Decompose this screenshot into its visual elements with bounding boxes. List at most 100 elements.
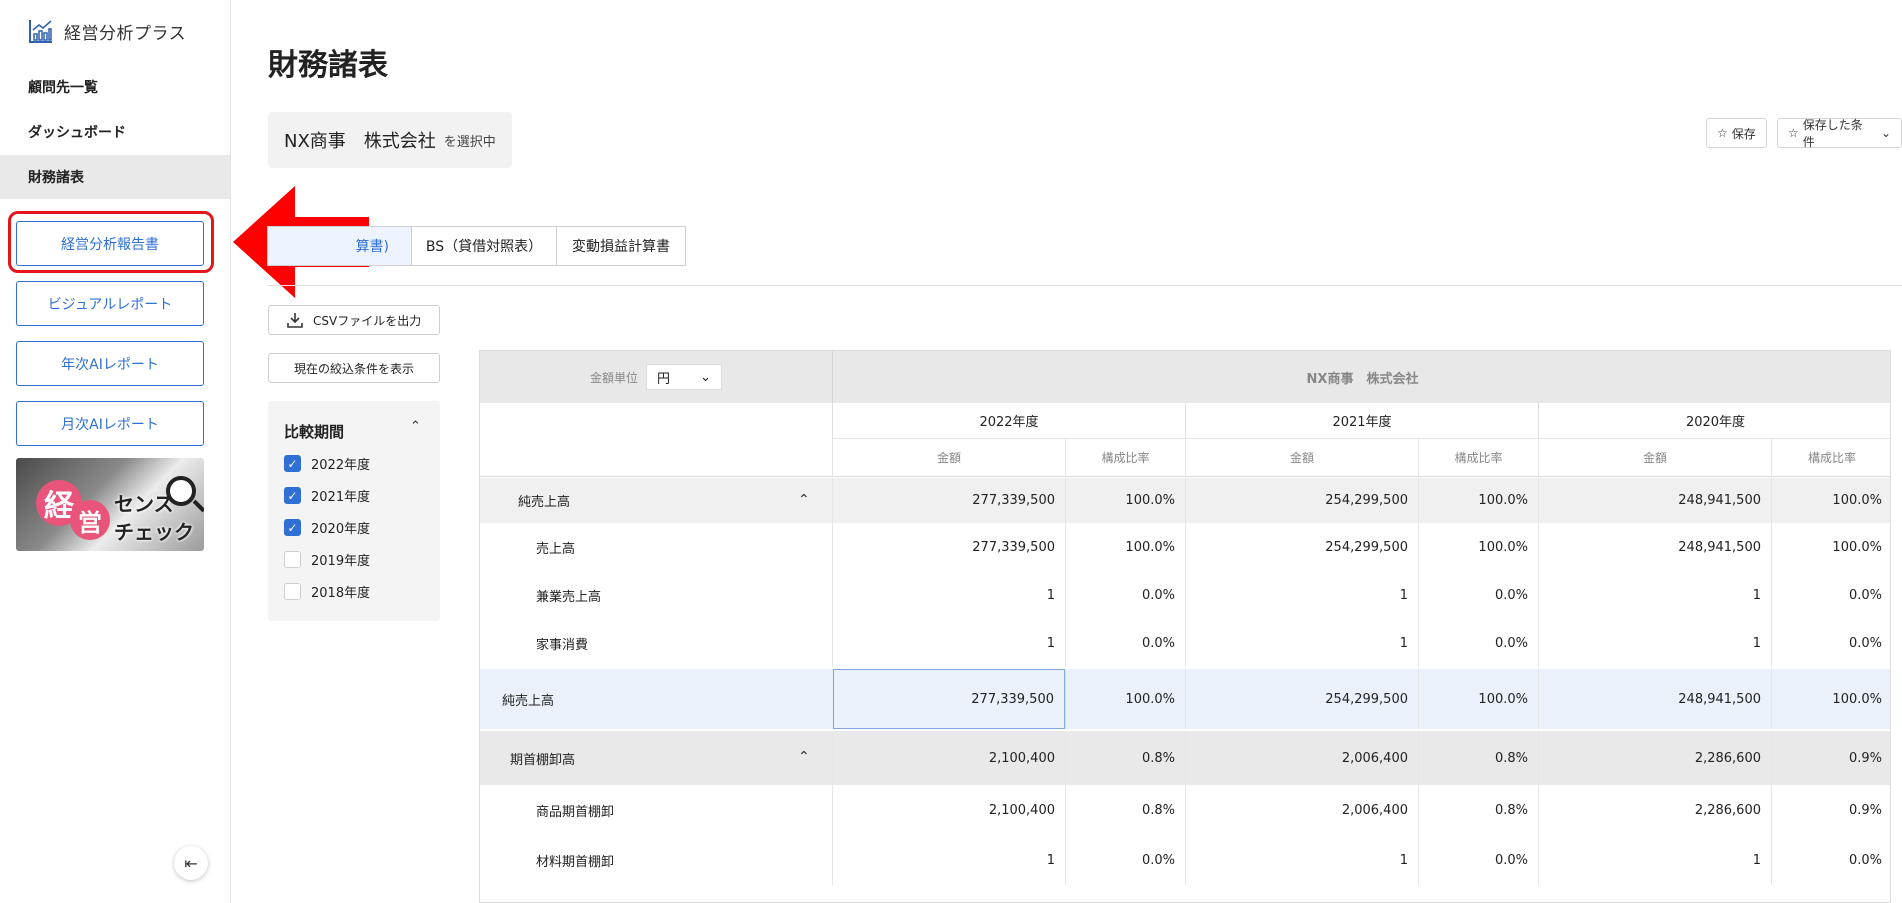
- banner-char-2: 営: [70, 500, 110, 540]
- cell-ratio: 0.0%: [1418, 835, 1538, 885]
- cell-amount: 1: [1185, 571, 1418, 619]
- cell-amount-focused[interactable]: 277,339,500: [833, 669, 1065, 729]
- filter-label: 現在の絞込条件を表示: [293, 361, 414, 376]
- cell-ratio: 100.0%: [1418, 669, 1538, 729]
- year-header: 2021年度: [1185, 403, 1538, 439]
- saved-conditions-dropdown[interactable]: ☆ 保存した条件 ⌄: [1777, 118, 1902, 149]
- cell-ratio: 0.0%: [1771, 571, 1890, 619]
- cell-amount: 248,941,500: [1538, 669, 1771, 729]
- save-label: 保存: [1731, 126, 1756, 141]
- table-row[interactable]: 兼業売上高 1 0.0% 1 0.0% 1 0.0%: [480, 571, 1890, 619]
- year-header: 2020年度: [1538, 403, 1890, 439]
- nav-item-dashboard[interactable]: ダッシュボード: [0, 110, 230, 154]
- table-row-total[interactable]: 純売上高 277,339,500 100.0% 254,299,500 100.…: [480, 669, 1890, 729]
- company-selected-suffix: を選択中: [443, 134, 496, 150]
- table-row[interactable]: 家事消費 1 0.0% 1 0.0% 1 0.0%: [480, 619, 1890, 667]
- cell-amount: 2,100,400: [832, 785, 1065, 835]
- year-header: 2022年度: [832, 403, 1185, 439]
- chevron-down-icon: ⌄: [1880, 126, 1891, 140]
- ratio-header: 構成比率: [1065, 439, 1185, 477]
- collapse-sidebar-button[interactable]: ⇤: [174, 846, 208, 880]
- brand[interactable]: 経営分析プラス: [28, 18, 186, 44]
- show-filters-button[interactable]: 現在の絞込条件を表示: [268, 353, 440, 383]
- amount-header: 金額: [1185, 439, 1418, 477]
- collapse-left-icon: ⇤: [184, 853, 198, 873]
- save-button[interactable]: ☆ 保存: [1706, 118, 1767, 148]
- cell-ratio: 0.8%: [1065, 731, 1185, 785]
- table-row-group[interactable]: 期首棚卸高 ⌃ 2,100,400 0.8% 2,006,400 0.8% 2,…: [480, 731, 1890, 785]
- button-label: 月次AIレポート: [61, 416, 159, 433]
- chart-logo-icon: [29, 20, 52, 43]
- cell-ratio: 0.0%: [1771, 835, 1890, 885]
- divider: [268, 285, 1902, 286]
- row-label: 家事消費: [536, 637, 589, 653]
- table-row[interactable]: 商品期首棚卸 2,100,400 0.8% 2,006,400 0.8% 2,2…: [480, 785, 1890, 835]
- period-label: 2019年度: [311, 554, 371, 569]
- visual-report-button[interactable]: ビジュアルレポート: [16, 281, 204, 326]
- chevron-up-icon[interactable]: ⌃: [798, 492, 810, 508]
- period-option-2020[interactable]: ✓ 2020年度: [284, 518, 370, 537]
- company-column-header: NX商事 株式会社: [832, 351, 1890, 403]
- row-label: 純売上高: [518, 495, 571, 510]
- cell-ratio: 100.0%: [1418, 478, 1538, 523]
- page-title: 財務諸表: [268, 48, 388, 83]
- tab-label: 変動損益計算書: [572, 239, 670, 255]
- monthly-ai-report-button[interactable]: 月次AIレポート: [16, 401, 204, 446]
- cell-ratio: 0.9%: [1771, 785, 1890, 835]
- period-option-2018[interactable]: 2018年度: [284, 582, 370, 601]
- period-option-2021[interactable]: ✓ 2021年度: [284, 486, 370, 505]
- unit-header: 金額単位 円 ⌄: [480, 351, 832, 403]
- cell-amount: 2,286,600: [1538, 785, 1771, 835]
- period-option-2022[interactable]: ✓ 2022年度: [284, 454, 370, 473]
- star-icon: ☆: [1717, 126, 1728, 140]
- row-label: 商品期首棚卸: [536, 804, 615, 820]
- nav-item-clients[interactable]: 顧問先一覧: [0, 65, 230, 109]
- cell-amount: 1: [1185, 835, 1418, 885]
- cell-ratio: 0.8%: [1065, 785, 1185, 835]
- chevron-up-icon[interactable]: ⌃: [798, 749, 810, 765]
- checkbox-checked[interactable]: ✓: [284, 487, 301, 504]
- sense-check-banner[interactable]: 経 営 センス チェック: [16, 458, 204, 551]
- management-report-button[interactable]: 経営分析報告書: [16, 221, 204, 266]
- tab-variable-pl[interactable]: 変動損益計算書: [556, 226, 686, 266]
- sidebar: 経営分析プラス 顧問先一覧 ダッシュボード 財務諸表 経営分析報告書 ビジュアル…: [0, 0, 231, 903]
- tab-bs[interactable]: BS（貸借対照表）: [411, 226, 557, 266]
- cell-amount: 248,941,500: [1538, 523, 1771, 571]
- ratio-header: 構成比率: [1771, 439, 1890, 477]
- tab-pl[interactable]: 算書): [267, 226, 412, 266]
- cell-amount: 254,299,500: [1185, 478, 1418, 523]
- cell-amount: 1: [1538, 619, 1771, 667]
- unit-select[interactable]: 円 ⌄: [646, 364, 722, 390]
- table-row[interactable]: 材料期首棚卸 1 0.0% 1 0.0% 1 0.0%: [480, 835, 1890, 885]
- app-name: 経営分析プラス: [64, 23, 187, 44]
- cell-ratio: 0.0%: [1771, 619, 1890, 667]
- cell-ratio: 100.0%: [1065, 478, 1185, 523]
- period-label: 2021年度: [311, 490, 371, 505]
- cell-amount: 1: [832, 571, 1065, 619]
- ratio-header: 構成比率: [1418, 439, 1538, 477]
- unit-label: 金額単位: [589, 370, 638, 385]
- period-option-2019[interactable]: 2019年度: [284, 550, 370, 569]
- cell-ratio: 0.9%: [1771, 731, 1890, 785]
- nav-item-financial-statements[interactable]: 財務諸表: [0, 155, 230, 199]
- table-row[interactable]: 売上高 277,339,500 100.0% 254,299,500 100.0…: [480, 523, 1890, 571]
- period-title: 比較期間: [284, 423, 345, 441]
- annual-ai-report-button[interactable]: 年次AIレポート: [16, 341, 204, 386]
- comparison-period-panel: 比較期間 ⌃ ✓ 2022年度 ✓ 2021年度 ✓ 2020年度 2019年度…: [268, 401, 440, 621]
- checkbox-unchecked[interactable]: [284, 551, 301, 568]
- checkbox-checked[interactable]: ✓: [284, 519, 301, 536]
- chevron-up-icon[interactable]: ⌃: [410, 419, 421, 434]
- amount-header: 金額: [1538, 439, 1771, 477]
- cell-ratio: 0.0%: [1065, 571, 1185, 619]
- checkbox-unchecked[interactable]: [284, 583, 301, 600]
- cell-ratio: 100.0%: [1771, 669, 1890, 729]
- financial-table: 金額単位 円 ⌄ NX商事 株式会社 2022年度 2021年度 2020年度 …: [479, 350, 1891, 903]
- csv-export-button[interactable]: CSVファイルを出力: [268, 305, 440, 335]
- table-row-group[interactable]: 純売上高 ⌃ 277,339,500 100.0% 254,299,500 10…: [480, 478, 1890, 523]
- checkbox-checked[interactable]: ✓: [284, 455, 301, 472]
- cell-amount: 1: [1538, 835, 1771, 885]
- row-header-blank: [480, 403, 832, 477]
- banner-text-2: チェック: [114, 520, 194, 544]
- cell-ratio: 0.0%: [1418, 571, 1538, 619]
- cell-amount: 1: [832, 835, 1065, 885]
